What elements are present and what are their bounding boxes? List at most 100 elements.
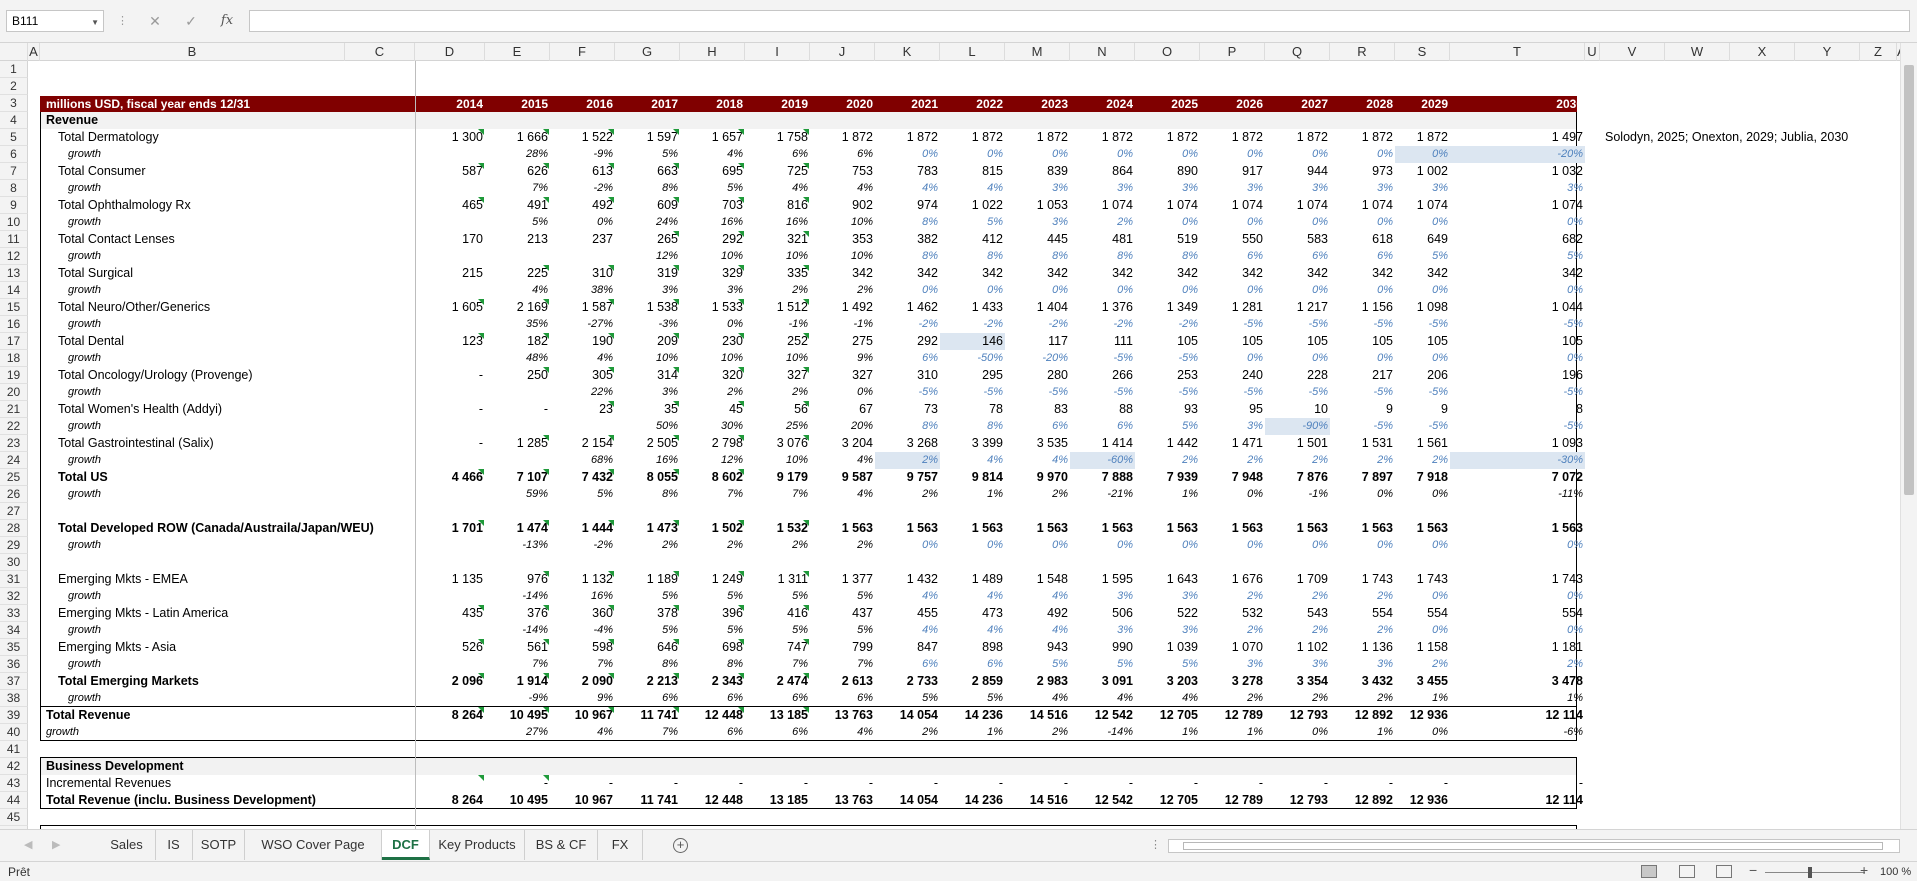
value-cell[interactable]: 1 872 bbox=[810, 129, 875, 146]
value-cell[interactable]: 342 bbox=[1070, 265, 1135, 282]
value-cell[interactable]: 342 bbox=[875, 265, 940, 282]
value-cell[interactable]: 105 bbox=[1450, 333, 1585, 350]
value-cell[interactable]: 473 bbox=[940, 605, 1005, 622]
value-cell[interactable]: 123 bbox=[415, 333, 485, 350]
value-cell[interactable]: 663 bbox=[615, 163, 680, 180]
value-cell[interactable]: 10 967 bbox=[550, 707, 615, 724]
growth-cell[interactable]: -5% bbox=[1265, 316, 1330, 333]
growth-cell[interactable]: 24% bbox=[615, 214, 680, 231]
value-cell[interactable]: 2 096 bbox=[415, 673, 485, 690]
value-cell[interactable]: 1 489 bbox=[940, 571, 1005, 588]
growth-cell[interactable]: 0% bbox=[940, 537, 1005, 554]
value-cell[interactable]: 12 114 bbox=[1450, 707, 1585, 724]
value-cell[interactable]: 864 bbox=[1070, 163, 1135, 180]
next-sheet-icon[interactable]: ▶ bbox=[52, 830, 60, 860]
growth-cell[interactable]: 2% bbox=[1330, 588, 1395, 605]
growth-cell[interactable]: 0% bbox=[875, 537, 940, 554]
growth-cell[interactable]: 28% bbox=[485, 146, 550, 163]
growth-cell[interactable]: -2% bbox=[550, 180, 615, 197]
value-cell[interactable]: 3 278 bbox=[1200, 673, 1265, 690]
row-label[interactable]: Total US bbox=[58, 469, 108, 486]
value-cell[interactable]: 1 093 bbox=[1450, 435, 1585, 452]
growth-cell[interactable]: 2% bbox=[1200, 452, 1265, 469]
value-cell[interactable]: 12 892 bbox=[1330, 792, 1395, 809]
enter-icon[interactable]: ✓ bbox=[177, 10, 205, 32]
row-header-22[interactable]: 22 bbox=[0, 418, 28, 435]
growth-cell[interactable]: -5% bbox=[1330, 384, 1395, 401]
row-header-10[interactable]: 10 bbox=[0, 214, 28, 231]
value-cell[interactable]: 698 bbox=[680, 639, 745, 656]
value-cell[interactable]: 1 074 bbox=[1395, 197, 1450, 214]
row-label[interactable]: growth bbox=[68, 180, 101, 197]
value-cell[interactable]: 1 758 bbox=[745, 129, 810, 146]
row-header-39[interactable]: 39 bbox=[0, 707, 28, 724]
value-cell[interactable]: 4 466 bbox=[415, 469, 485, 486]
value-cell[interactable]: 10 495 bbox=[485, 707, 550, 724]
row-header-29[interactable]: 29 bbox=[0, 537, 28, 554]
value-cell[interactable]: 1 433 bbox=[940, 299, 1005, 316]
growth-cell[interactable]: 2% bbox=[745, 384, 810, 401]
value-cell[interactable]: - bbox=[1200, 775, 1265, 792]
growth-cell[interactable]: 0% bbox=[1265, 146, 1330, 163]
value-cell[interactable] bbox=[415, 775, 485, 792]
value-cell[interactable]: 1 102 bbox=[1265, 639, 1330, 656]
growth-cell[interactable]: -5% bbox=[1450, 384, 1585, 401]
growth-cell[interactable]: -5% bbox=[1135, 350, 1200, 367]
growth-cell[interactable]: 2% bbox=[1005, 486, 1070, 503]
column-header-M[interactable]: M bbox=[1005, 43, 1070, 61]
growth-cell[interactable]: 3% bbox=[1200, 656, 1265, 673]
growth-cell[interactable]: -21% bbox=[1070, 486, 1135, 503]
value-cell[interactable]: 1 538 bbox=[615, 299, 680, 316]
row-header-25[interactable]: 25 bbox=[0, 469, 28, 486]
growth-cell[interactable]: 7% bbox=[550, 656, 615, 673]
row-header-20[interactable]: 20 bbox=[0, 384, 28, 401]
value-cell[interactable]: 543 bbox=[1265, 605, 1330, 622]
value-cell[interactable]: 902 bbox=[810, 197, 875, 214]
row-header-37[interactable]: 37 bbox=[0, 673, 28, 690]
value-cell[interactable]: 3 354 bbox=[1265, 673, 1330, 690]
sheet-tab-sotp[interactable]: SOTP bbox=[193, 830, 245, 860]
growth-cell[interactable]: 0% bbox=[1265, 282, 1330, 299]
growth-cell[interactable]: 0% bbox=[1330, 537, 1395, 554]
value-cell[interactable]: 213 bbox=[485, 231, 550, 248]
value-cell[interactable]: 847 bbox=[875, 639, 940, 656]
column-header-T[interactable]: T bbox=[1450, 43, 1585, 61]
growth-cell[interactable]: 4% bbox=[1005, 622, 1070, 639]
value-cell[interactable]: - bbox=[680, 775, 745, 792]
value-cell[interactable]: 12 789 bbox=[1200, 707, 1265, 724]
row-header-35[interactable]: 35 bbox=[0, 639, 28, 656]
value-cell[interactable]: 1 039 bbox=[1135, 639, 1200, 656]
value-cell[interactable]: 1 587 bbox=[550, 299, 615, 316]
growth-cell[interactable]: -2% bbox=[1070, 316, 1135, 333]
growth-cell[interactable]: 0% bbox=[1395, 146, 1450, 163]
growth-cell[interactable]: 0% bbox=[1070, 537, 1135, 554]
row-label[interactable]: growth bbox=[68, 214, 101, 231]
value-cell[interactable]: 522 bbox=[1135, 605, 1200, 622]
growth-cell[interactable]: 0% bbox=[1200, 350, 1265, 367]
growth-cell[interactable]: -5% bbox=[1200, 384, 1265, 401]
growth-cell[interactable] bbox=[415, 622, 485, 639]
value-cell[interactable]: 1 132 bbox=[550, 571, 615, 588]
row-header-13[interactable]: 13 bbox=[0, 265, 28, 282]
growth-cell[interactable]: 16% bbox=[745, 214, 810, 231]
row-label[interactable]: growth bbox=[68, 384, 101, 401]
growth-cell[interactable]: 3% bbox=[1070, 588, 1135, 605]
growth-cell[interactable]: 5% bbox=[615, 622, 680, 639]
column-header-H[interactable]: H bbox=[680, 43, 745, 61]
growth-cell[interactable]: 3% bbox=[615, 384, 680, 401]
value-cell[interactable]: - bbox=[940, 775, 1005, 792]
value-cell[interactable]: 481 bbox=[1070, 231, 1135, 248]
value-cell[interactable]: 12 793 bbox=[1265, 792, 1330, 809]
row-label[interactable]: Business Development bbox=[46, 758, 184, 775]
value-cell[interactable]: 1 285 bbox=[485, 435, 550, 452]
value-cell[interactable]: 990 bbox=[1070, 639, 1135, 656]
value-cell[interactable]: 583 bbox=[1265, 231, 1330, 248]
growth-cell[interactable]: 0% bbox=[1070, 282, 1135, 299]
value-cell[interactable]: 1 497 bbox=[1450, 129, 1585, 146]
growth-cell[interactable]: 1% bbox=[1200, 724, 1265, 741]
value-cell[interactable]: 646 bbox=[615, 639, 680, 656]
value-cell[interactable]: - bbox=[1450, 775, 1585, 792]
value-cell[interactable]: 1 531 bbox=[1330, 435, 1395, 452]
growth-cell[interactable]: -14% bbox=[485, 622, 550, 639]
value-cell[interactable]: 7 918 bbox=[1395, 469, 1450, 486]
